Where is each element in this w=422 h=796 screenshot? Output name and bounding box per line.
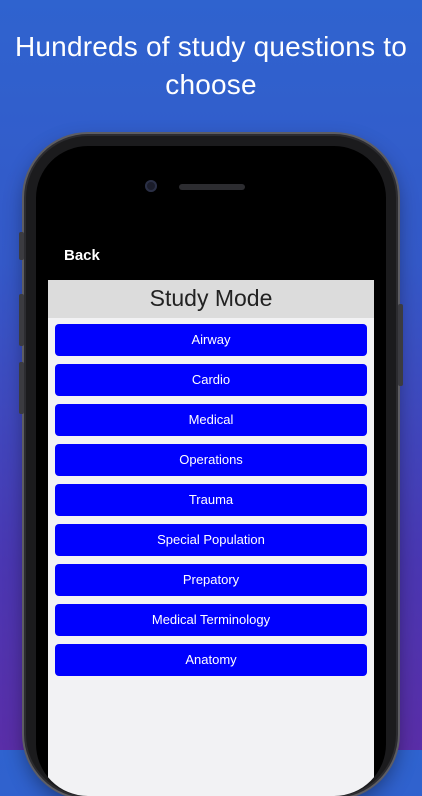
category-button-medical[interactable]: Medical xyxy=(55,404,367,436)
back-button[interactable]: Back xyxy=(64,247,100,264)
promo-headline: Hundreds of study questions to choose xyxy=(0,28,422,104)
promo-headline-line-1: Hundreds of study questions to xyxy=(14,31,407,62)
front-camera-icon xyxy=(145,180,157,192)
category-button-special-population[interactable]: Special Population xyxy=(55,524,367,556)
category-button-cardio[interactable]: Cardio xyxy=(55,364,367,396)
screen-title: Study Mode xyxy=(48,280,374,318)
silent-switch xyxy=(19,232,24,260)
phone-frame: Back Study Mode Airway Cardio Medical Op… xyxy=(19,136,403,796)
category-button-prepatory[interactable]: Prepatory xyxy=(55,564,367,596)
phone-bezel: Back Study Mode Airway Cardio Medical Op… xyxy=(36,146,386,796)
volume-up-button xyxy=(19,294,24,346)
earpiece-speaker xyxy=(179,184,245,190)
category-button-airway[interactable]: Airway xyxy=(55,324,367,356)
category-button-medical-terminology[interactable]: Medical Terminology xyxy=(55,604,367,636)
category-button-operations[interactable]: Operations xyxy=(55,444,367,476)
category-button-anatomy[interactable]: Anatomy xyxy=(55,644,367,676)
navigation-bar: Back xyxy=(48,234,374,280)
category-button-trauma[interactable]: Trauma xyxy=(55,484,367,516)
volume-down-button xyxy=(19,362,24,414)
promo-headline-line-2: choose xyxy=(165,69,257,100)
category-list: Airway Cardio Medical Operations Trauma … xyxy=(55,324,367,684)
power-button xyxy=(398,304,403,386)
app-screen: Back Study Mode Airway Cardio Medical Op… xyxy=(48,234,374,796)
